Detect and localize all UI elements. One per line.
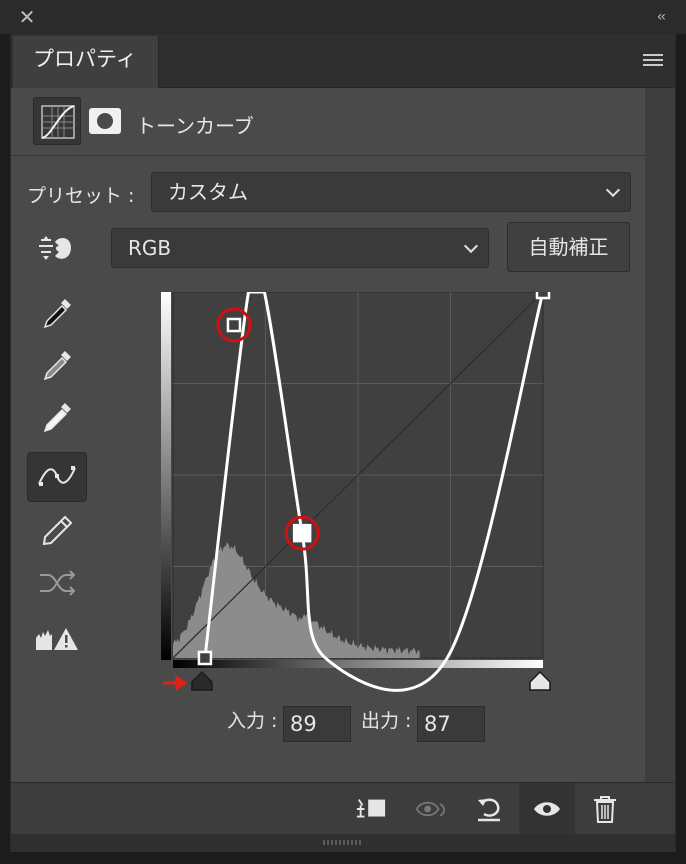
output-value-field[interactable]: 87 (417, 706, 485, 742)
annotation-arrow (162, 675, 188, 691)
channel-dropdown[interactable]: RGB (111, 228, 489, 268)
channel-value: RGB (128, 236, 172, 260)
preset-value: カスタム (168, 180, 248, 204)
draw-curve-pencil-icon[interactable] (27, 506, 87, 556)
curve-graph-canvas[interactable] (161, 284, 571, 702)
sample-white-point-icon[interactable] (27, 392, 87, 442)
preset-label: プリセット : (27, 185, 135, 207)
close-icon[interactable]: ✕ (18, 7, 36, 27)
reset-icon[interactable] (473, 793, 505, 825)
curve-control-point[interactable] (226, 317, 242, 333)
curve-endpoint[interactable] (535, 284, 551, 300)
panel-content: トーンカーブ プリセット : カスタム RGB 自動補正 入力: 89 出力 … (11, 88, 645, 782)
layer-mask-icon[interactable] (89, 108, 121, 134)
auto-button[interactable]: 自動補正 (507, 222, 630, 272)
preset-dropdown[interactable]: カスタム (151, 172, 631, 212)
input-value-field[interactable]: 89 (283, 706, 351, 742)
collapse-panel-icon[interactable]: ‹‹ (657, 9, 666, 25)
panel-menu-icon[interactable] (643, 54, 663, 68)
black-point-slider[interactable] (191, 670, 213, 691)
delete-icon[interactable] (589, 793, 621, 825)
adjustment-title: トーンカーブ (136, 114, 254, 138)
panel-titlebar: ✕ ‹‹ (0, 0, 686, 34)
input-gradient-bar (173, 660, 543, 668)
curve-endpoint[interactable] (197, 650, 213, 666)
curve-graph[interactable] (161, 284, 571, 706)
bottom-toolbar (11, 782, 675, 835)
curves-adjustment-icon[interactable] (33, 97, 81, 145)
output-gradient-bar (161, 292, 171, 660)
white-point-slider[interactable] (529, 670, 551, 691)
input-label: 入力 : (227, 710, 278, 732)
chevron-down-icon (605, 182, 621, 198)
tab-properties[interactable]: プロパティ (13, 36, 159, 88)
chevron-down-icon (463, 238, 479, 254)
panel-resize-handle[interactable] (11, 834, 675, 852)
adjustment-header: トーンカーブ (11, 88, 645, 156)
output-label: 出力 : (361, 710, 412, 732)
smooth-curve-icon[interactable] (27, 558, 87, 608)
scrollbar[interactable] (645, 88, 675, 782)
sample-gray-point-icon[interactable] (27, 340, 87, 390)
sample-black-point-icon[interactable] (27, 288, 87, 338)
target-adjustment-tool-icon[interactable] (37, 234, 75, 264)
clipping-warning-icon[interactable] (27, 614, 87, 664)
curve-control-point[interactable] (292, 523, 312, 543)
view-previous-state-icon[interactable] (415, 793, 447, 825)
visibility-toggle[interactable] (519, 783, 575, 835)
clip-to-layer-icon[interactable] (355, 793, 387, 825)
visibility-eye-icon[interactable] (531, 793, 563, 825)
edit-curve-points-icon[interactable] (27, 452, 87, 502)
properties-panel: プロパティ トーンカーブ プリセット : カスタム RGB 自動補正 入力: … (10, 34, 676, 852)
tab-bar: プロパティ (11, 34, 675, 88)
grip-icon (323, 840, 363, 845)
